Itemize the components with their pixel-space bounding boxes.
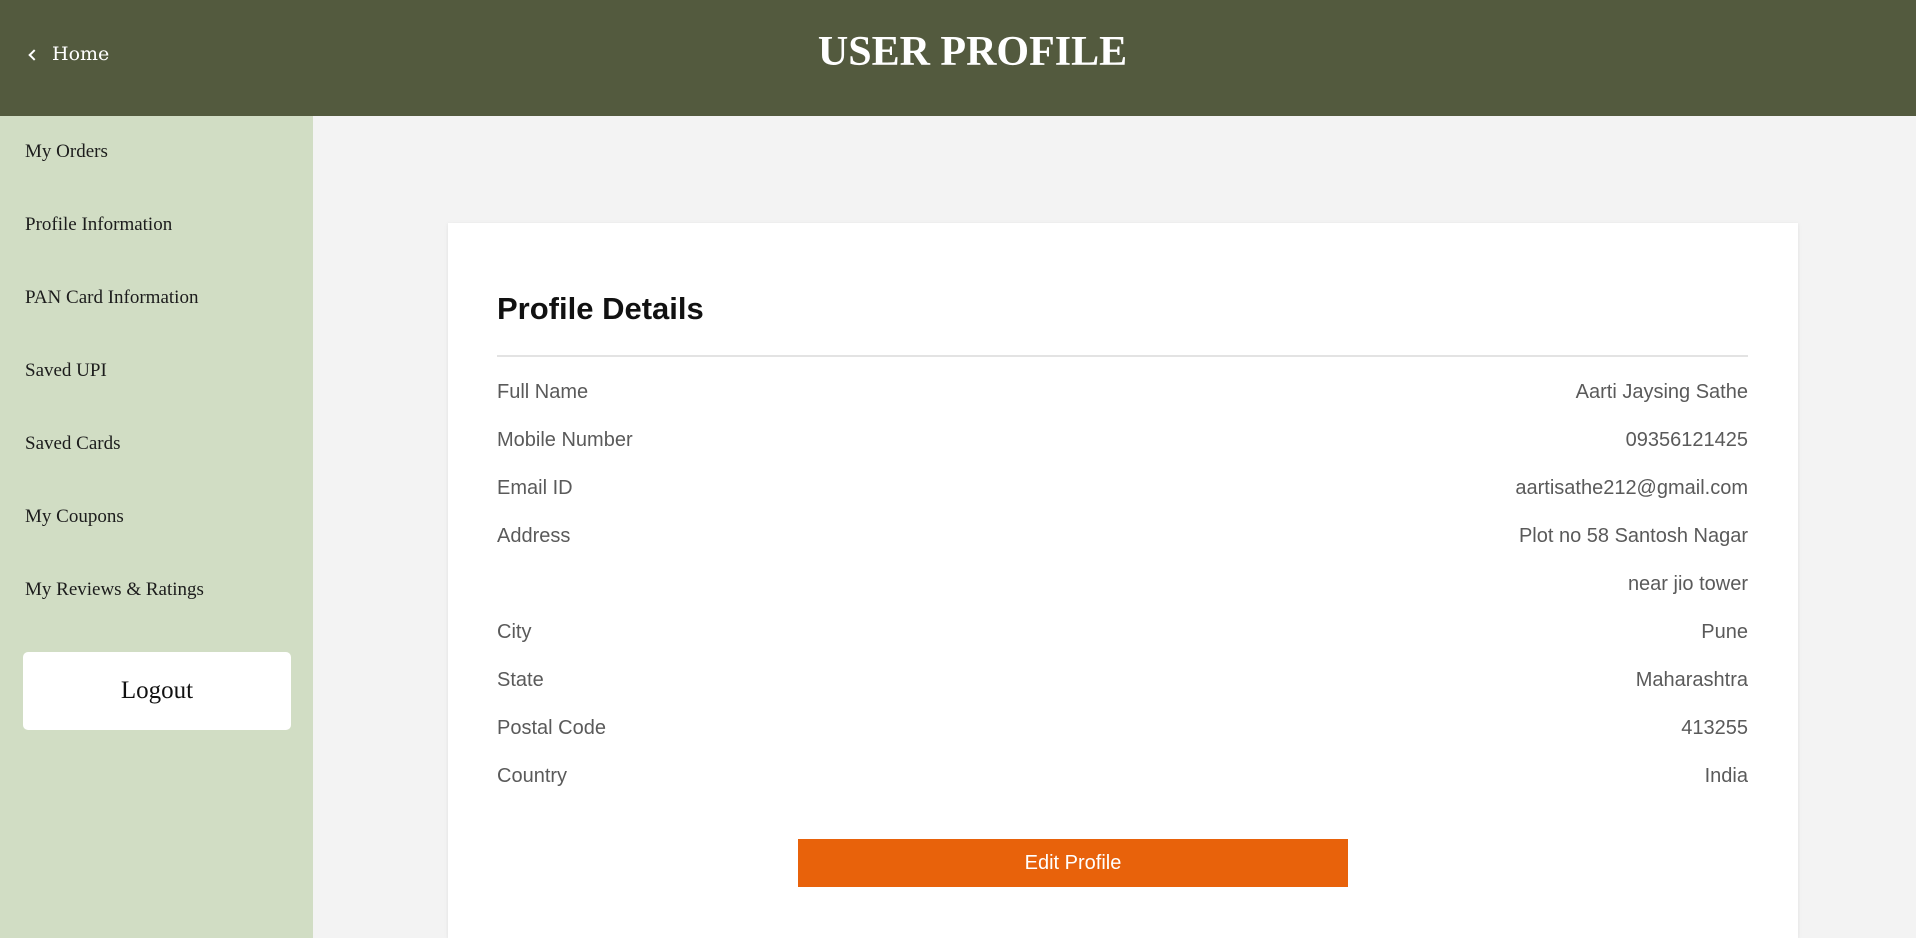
sidebar-item-saved-cards[interactable]: Saved Cards	[25, 432, 121, 456]
profile-details-card: Profile Details Full Name Aarti Jaysing …	[448, 223, 1798, 938]
field-label: Address	[497, 525, 571, 547]
profile-row-city: City Pune	[497, 618, 1748, 646]
field-label: Postal Code	[497, 717, 606, 739]
field-value: 09356121425	[1625, 429, 1748, 451]
top-header: Home USER PROFILE	[0, 0, 1916, 116]
edit-profile-button[interactable]: Edit Profile	[798, 839, 1348, 887]
profile-row-state: State Maharashtra	[497, 666, 1748, 694]
field-label: Email ID	[497, 477, 573, 499]
field-value: India	[1704, 765, 1748, 787]
sidebar-item-profile-information[interactable]: Profile Information	[25, 213, 172, 237]
page-title: USER PROFILE	[817, 29, 1128, 75]
field-label: Country	[497, 765, 568, 787]
profile-row-address: Address Plot no 58 Santosh Nagar	[497, 522, 1748, 550]
field-value: aartisathe212@gmail.com	[1515, 477, 1748, 499]
field-value: Plot no 58 Santosh Nagar	[1518, 525, 1748, 547]
sidebar-item-pan-card-information[interactable]: PAN Card Information	[25, 286, 198, 310]
sidebar: My Orders Profile Information PAN Card I…	[0, 116, 313, 938]
logout-button[interactable]: Logout	[23, 652, 291, 730]
sidebar-item-saved-upi[interactable]: Saved UPI	[25, 359, 107, 383]
field-value: Maharashtra	[1635, 669, 1748, 691]
field-label: Mobile Number	[497, 429, 633, 451]
profile-row-mobile-number: Mobile Number 09356121425	[497, 426, 1748, 454]
field-label: Full Name	[497, 381, 589, 403]
divider	[497, 355, 1748, 357]
profile-row-full-name: Full Name Aarti Jaysing Sathe	[497, 378, 1748, 406]
profile-details-title: Profile Details	[497, 291, 704, 326]
field-value: near jio tower	[1627, 573, 1748, 595]
profile-row-postal-code: Postal Code 413255	[497, 714, 1748, 742]
field-value: Aarti Jaysing Sathe	[1575, 381, 1748, 403]
profile-row-address-line-2: near jio tower	[497, 570, 1748, 598]
field-label: City	[497, 621, 532, 643]
profile-row-country: Country India	[497, 762, 1748, 790]
field-label: State	[497, 669, 544, 691]
sidebar-item-my-coupons[interactable]: My Coupons	[25, 505, 124, 529]
sidebar-item-my-reviews-ratings[interactable]: My Reviews & Ratings	[25, 578, 204, 602]
field-value: 413255	[1681, 717, 1748, 739]
sidebar-item-my-orders[interactable]: My Orders	[25, 140, 108, 164]
profile-row-email-id: Email ID aartisathe212@gmail.com	[497, 474, 1748, 502]
field-value: Pune	[1701, 621, 1748, 643]
